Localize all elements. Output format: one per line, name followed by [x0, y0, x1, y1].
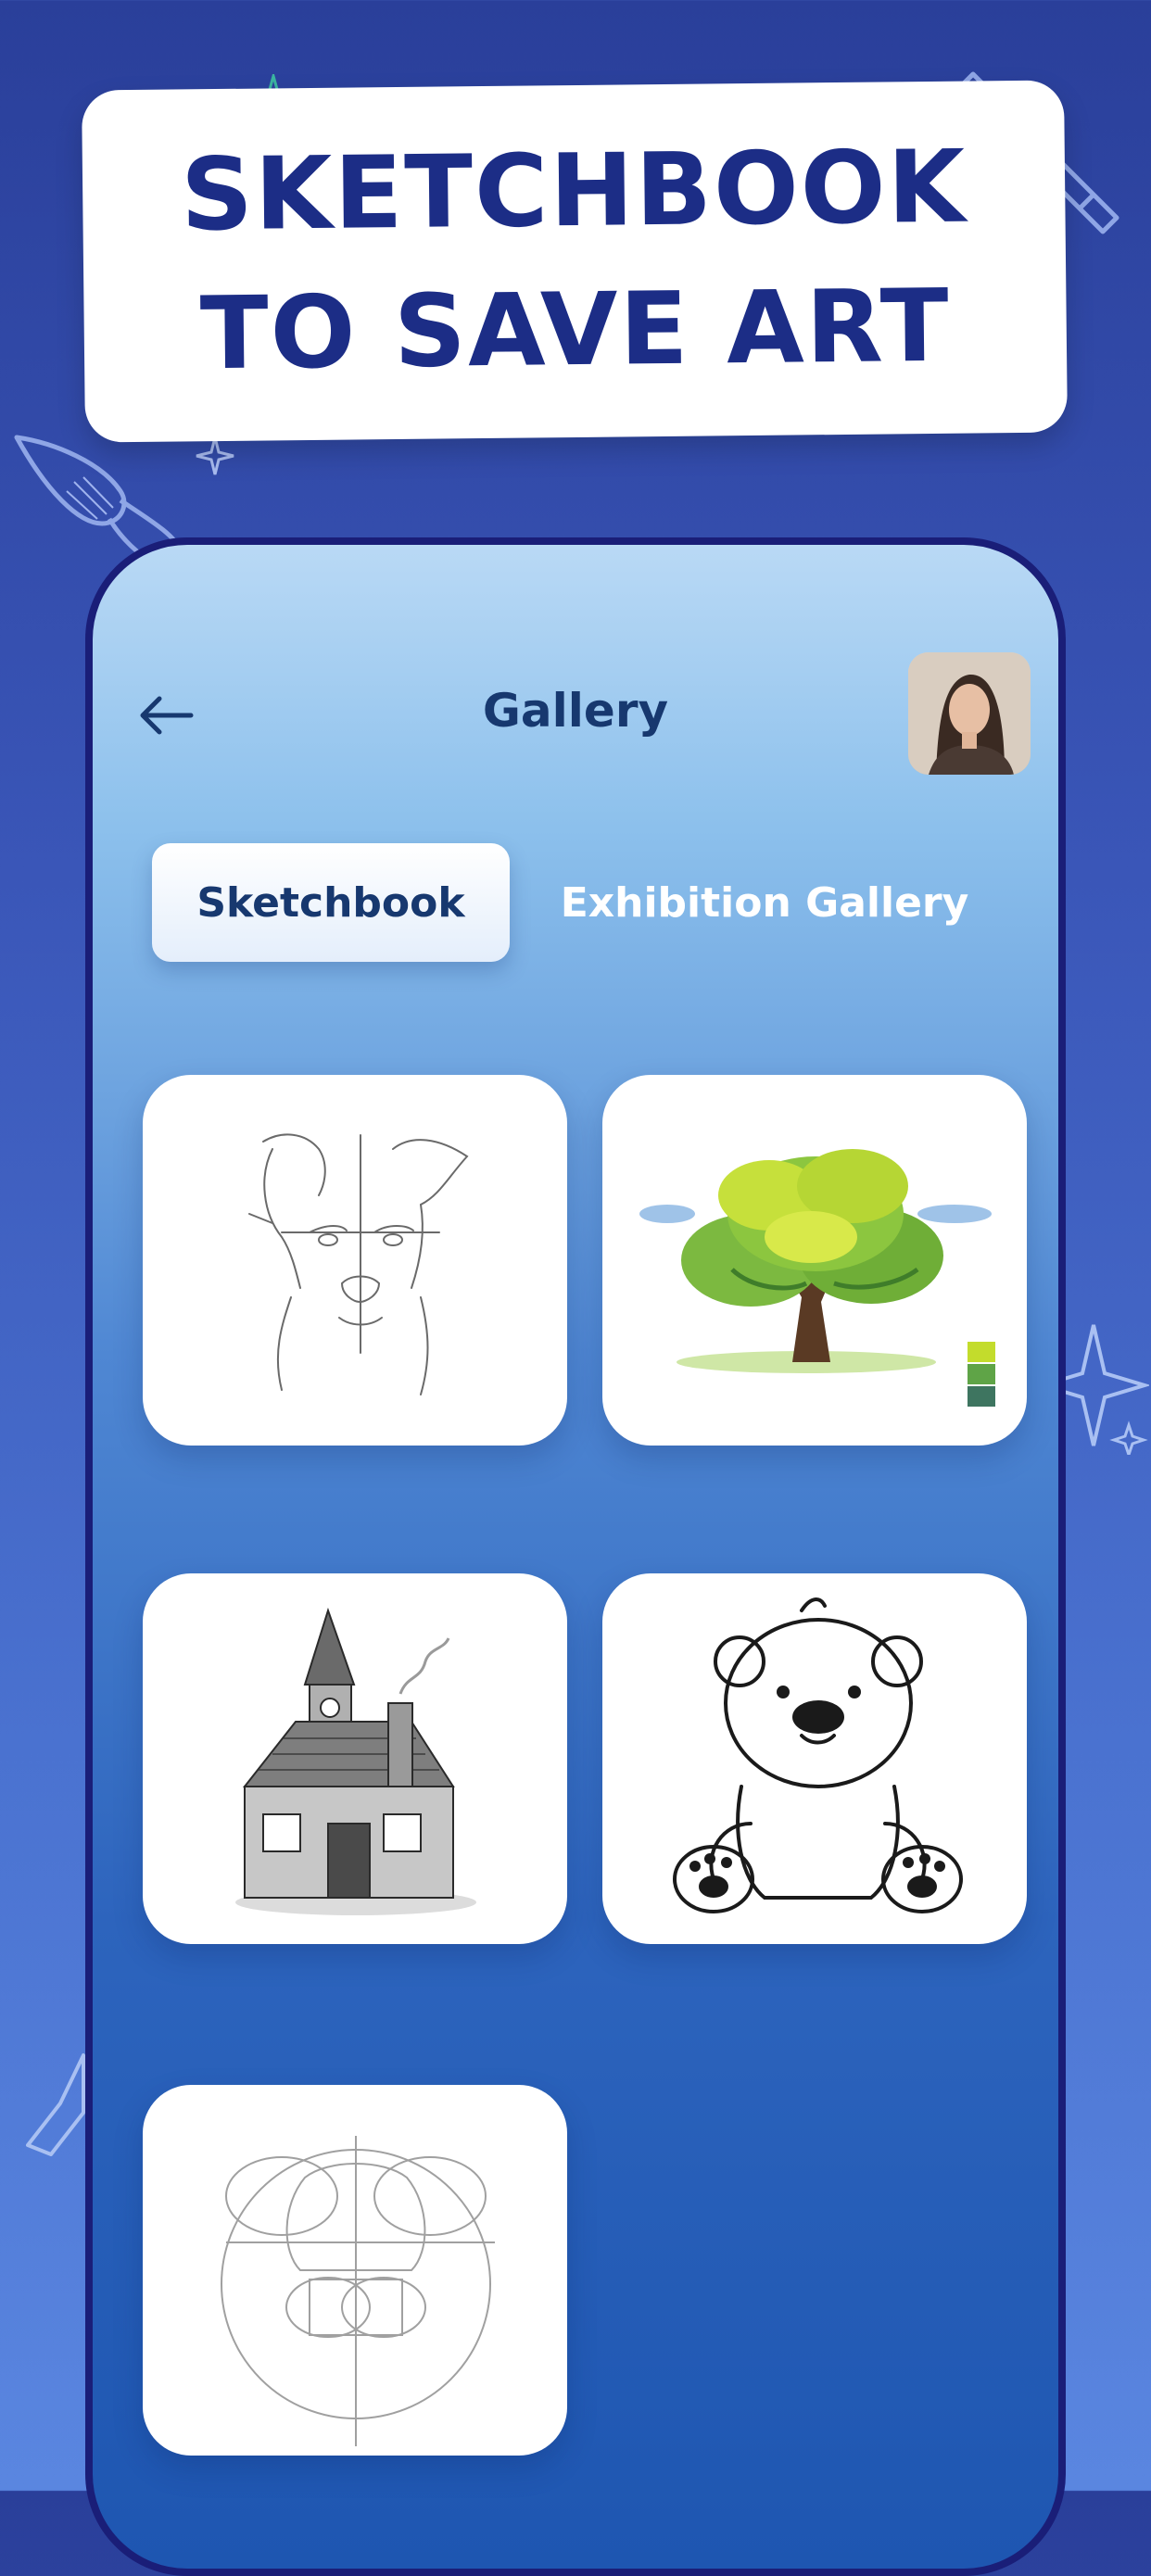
bear-construction-sketch-image — [221, 2136, 495, 2446]
gallery-card-teddy-bear[interactable] — [602, 1573, 1027, 1944]
phone-mockup: Gallery Sketchbook Exhibition Gallery — [85, 537, 1066, 2576]
sparkle-decoration-icon — [196, 436, 234, 475]
gallery-card-dog[interactable] — [143, 1075, 567, 1446]
pencil-tip-decoration-icon — [26, 2053, 85, 2156]
house-sketch-image — [235, 1607, 476, 1915]
teddy-bear-image — [673, 1597, 963, 1913]
gallery-card-house[interactable] — [143, 1573, 567, 1944]
headline-banner: SKETCHBOOK TO SAVE ART — [82, 80, 1068, 443]
star-outline-decoration-icon — [1056, 1324, 1149, 1455]
gallery-card-bear-sketch[interactable] — [143, 2085, 567, 2456]
avatar-photo — [908, 652, 1031, 775]
user-avatar[interactable] — [908, 652, 1031, 775]
headline-line-2: TO SAVE ART — [199, 268, 952, 393]
headline-line-1: SKETCHBOOK — [180, 129, 968, 254]
tree-painting-image — [639, 1149, 995, 1407]
tab-exhibition-gallery[interactable]: Exhibition Gallery — [556, 843, 973, 962]
tab-sketchbook[interactable]: Sketchbook — [152, 843, 510, 962]
dog-sketch-image — [248, 1133, 469, 1395]
gallery-card-tree[interactable] — [602, 1075, 1027, 1446]
